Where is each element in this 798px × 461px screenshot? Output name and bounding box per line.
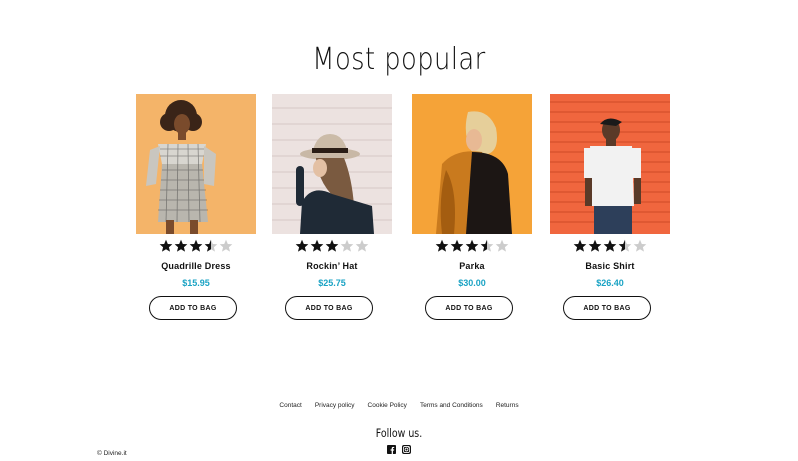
product-card: Basic Shirt $26.40 ADD TO BAG bbox=[550, 94, 670, 320]
product-price: $30.00 bbox=[458, 278, 486, 288]
star-filled-icon bbox=[588, 239, 602, 252]
footer-nav: Contact Privacy policy Cookie Policy Ter… bbox=[0, 402, 798, 409]
star-empty-icon bbox=[633, 239, 647, 252]
star-half-icon bbox=[480, 239, 494, 252]
star-empty-icon bbox=[340, 239, 354, 252]
rating-stars bbox=[550, 239, 670, 255]
product-image[interactable] bbox=[550, 94, 670, 234]
add-to-bag-button[interactable]: ADD TO BAG bbox=[149, 296, 237, 320]
star-filled-icon bbox=[174, 239, 188, 252]
product-name[interactable]: Basic Shirt bbox=[550, 261, 670, 271]
star-filled-icon bbox=[189, 239, 203, 252]
star-half-icon bbox=[204, 239, 218, 252]
star-filled-icon bbox=[603, 239, 617, 252]
footer-link-terms[interactable]: Terms and Conditions bbox=[420, 402, 483, 409]
product-card: Rockin’ Hat $25.75 ADD TO BAG bbox=[272, 94, 392, 320]
rating-stars bbox=[136, 239, 256, 255]
rating-stars bbox=[272, 239, 392, 255]
star-filled-icon bbox=[435, 239, 449, 252]
product-card: Parka $30.00 ADD TO BAG bbox=[412, 94, 532, 320]
footer-link-contact[interactable]: Contact bbox=[279, 402, 301, 409]
star-filled-icon bbox=[325, 239, 339, 252]
product-price: $15.95 bbox=[182, 278, 210, 288]
page-title: Most popular bbox=[312, 42, 486, 78]
add-to-bag-button[interactable]: ADD TO BAG bbox=[563, 296, 651, 320]
star-filled-icon bbox=[310, 239, 324, 252]
rating-stars bbox=[412, 239, 532, 255]
footer-link-cookie-policy[interactable]: Cookie Policy bbox=[368, 402, 407, 409]
footer-link-privacy-policy[interactable]: Privacy policy bbox=[315, 402, 355, 409]
star-empty-icon bbox=[355, 239, 369, 252]
star-empty-icon bbox=[495, 239, 509, 252]
star-filled-icon bbox=[159, 239, 173, 252]
star-filled-icon bbox=[450, 239, 464, 252]
product-grid: Quadrille Dress $15.95 ADD TO BAG Rockin… bbox=[0, 94, 798, 334]
star-filled-icon bbox=[465, 239, 479, 252]
star-empty-icon bbox=[219, 239, 233, 252]
follow-us-heading: Follow us. bbox=[375, 426, 423, 440]
star-filled-icon bbox=[295, 239, 309, 252]
product-image[interactable] bbox=[272, 94, 392, 234]
add-to-bag-button[interactable]: ADD TO BAG bbox=[285, 296, 373, 320]
add-to-bag-button[interactable]: ADD TO BAG bbox=[425, 296, 513, 320]
star-filled-icon bbox=[573, 239, 587, 252]
instagram-icon[interactable] bbox=[402, 445, 411, 454]
product-price: $26.40 bbox=[596, 278, 624, 288]
product-name[interactable]: Quadrille Dress bbox=[136, 261, 256, 271]
product-card: Quadrille Dress $15.95 ADD TO BAG bbox=[136, 94, 256, 320]
footer-link-returns[interactable]: Returns bbox=[496, 402, 519, 409]
star-half-icon bbox=[618, 239, 632, 252]
product-name[interactable]: Parka bbox=[412, 261, 532, 271]
facebook-icon[interactable] bbox=[387, 445, 396, 454]
product-name[interactable]: Rockin’ Hat bbox=[272, 261, 392, 271]
product-price: $25.75 bbox=[318, 278, 346, 288]
copyright: © Divine.it bbox=[97, 450, 127, 457]
product-image[interactable] bbox=[136, 94, 256, 234]
product-image[interactable] bbox=[412, 94, 532, 234]
